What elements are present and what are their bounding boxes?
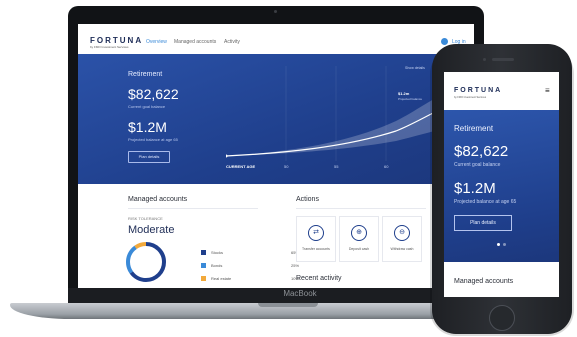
x-axis-label-current-age: CURRENT AGE xyxy=(226,164,256,169)
legend-swatch-stocks xyxy=(201,250,206,255)
legend-label-bonds: Bonds xyxy=(211,263,223,268)
laptop-screen: FORTUNA by FMO Investment Services Overv… xyxy=(78,24,474,288)
withdraw-icon: ⊖ xyxy=(394,225,410,241)
nav-overview[interactable]: Overview xyxy=(146,39,167,45)
phone-screen: FORTUNA by FMO Investment Services ≡ Ret… xyxy=(444,72,559,297)
x-axis-label-60: 60 xyxy=(384,164,389,169)
phone-plan-details-button[interactable]: Plan details xyxy=(454,215,512,231)
recent-activity-heading: Recent activity xyxy=(296,275,342,282)
phone-brand-logo[interactable]: FORTUNA xyxy=(454,87,502,94)
projection-start-point xyxy=(226,154,228,158)
withdraw-cash-card[interactable]: ⊖ Withdraw cash xyxy=(382,216,422,262)
phone-hero-title: Retirement xyxy=(454,124,494,133)
laptop-brand-label: MacBook xyxy=(283,289,317,298)
phone-current-balance-value: $82,622 xyxy=(454,143,509,160)
user-icon[interactable] xyxy=(441,38,448,45)
laptop-camera xyxy=(274,10,277,13)
phone-speaker xyxy=(492,58,514,61)
managed-accounts-divider xyxy=(128,208,258,209)
projection-peak-label: Projected balance xyxy=(398,97,423,101)
legend-pct-bonds: 25% xyxy=(291,263,300,268)
retirement-hero: Retirement $82,622 Current goal balance … xyxy=(78,54,474,184)
carousel-dot[interactable] xyxy=(503,243,506,246)
legend-swatch-real-estate xyxy=(201,276,206,281)
show-details-link[interactable]: Show details xyxy=(405,66,425,70)
actions-divider xyxy=(296,208,426,209)
managed-accounts-heading: Managed accounts xyxy=(128,196,188,203)
phone-brand-logo-subtitle: by FMO Investment Services xyxy=(454,96,487,99)
plan-details-button[interactable]: Plan details xyxy=(128,151,170,163)
current-balance-label: Current goal balance xyxy=(128,104,166,109)
hero-title: Retirement xyxy=(128,71,163,78)
deposit-cash-card[interactable]: ⊕ Deposit cash xyxy=(339,216,379,262)
deposit-icon: ⊕ xyxy=(351,225,367,241)
allocation-donut-chart xyxy=(126,242,166,282)
phone-retirement-hero: Retirement $82,622 Current goal balance … xyxy=(444,110,559,262)
x-axis-label-50: 50 xyxy=(284,164,289,169)
projection-peak-value: $1.2m xyxy=(398,91,410,96)
transfer-accounts-card[interactable]: ⇄ Transfer accounts xyxy=(296,216,336,262)
projected-balance-value: $1.2M xyxy=(128,119,167,135)
hamburger-menu-icon[interactable]: ≡ xyxy=(545,87,550,95)
phone-managed-accounts-heading: Managed accounts xyxy=(454,278,514,285)
phone-camera xyxy=(483,58,486,61)
phone-home-button[interactable] xyxy=(489,305,515,331)
top-navigation-bar: FORTUNA by FMO Investment Services Overv… xyxy=(78,24,474,54)
risk-tolerance-heading: RISK TOLERANCE xyxy=(128,216,163,221)
nav-managed-accounts[interactable]: Managed accounts xyxy=(174,39,216,45)
transfer-accounts-label: Transfer accounts xyxy=(302,247,330,251)
current-balance-value: $82,622 xyxy=(128,86,179,102)
risk-tolerance-value: Moderate xyxy=(128,224,175,236)
transfer-icon: ⇄ xyxy=(308,225,324,241)
brand-logo[interactable]: FORTUNA xyxy=(90,36,143,45)
nav-activity[interactable]: Activity xyxy=(224,39,240,45)
laptop-notch xyxy=(258,303,318,307)
brand-logo-subtitle: by FMO Investment Services xyxy=(90,45,129,49)
carousel-dot-active[interactable] xyxy=(497,243,500,246)
withdraw-cash-label: Withdraw cash xyxy=(390,247,414,251)
projected-balance-label: Projected balance at age 65 xyxy=(128,137,178,142)
legend-label-stocks: Stocks xyxy=(211,250,224,255)
actions-heading: Actions xyxy=(296,196,319,203)
phone-projected-balance-label: Projected balance at age 65 xyxy=(454,199,517,205)
legend-label-real-estate: Real estate xyxy=(211,276,232,281)
legend-swatch-bonds xyxy=(201,263,206,268)
deposit-cash-label: Deposit cash xyxy=(348,247,370,251)
x-axis-label-55: 55 xyxy=(334,164,339,169)
phone-projected-balance-value: $1.2M xyxy=(454,180,496,197)
phone-current-balance-label: Current goal balance xyxy=(454,162,501,168)
